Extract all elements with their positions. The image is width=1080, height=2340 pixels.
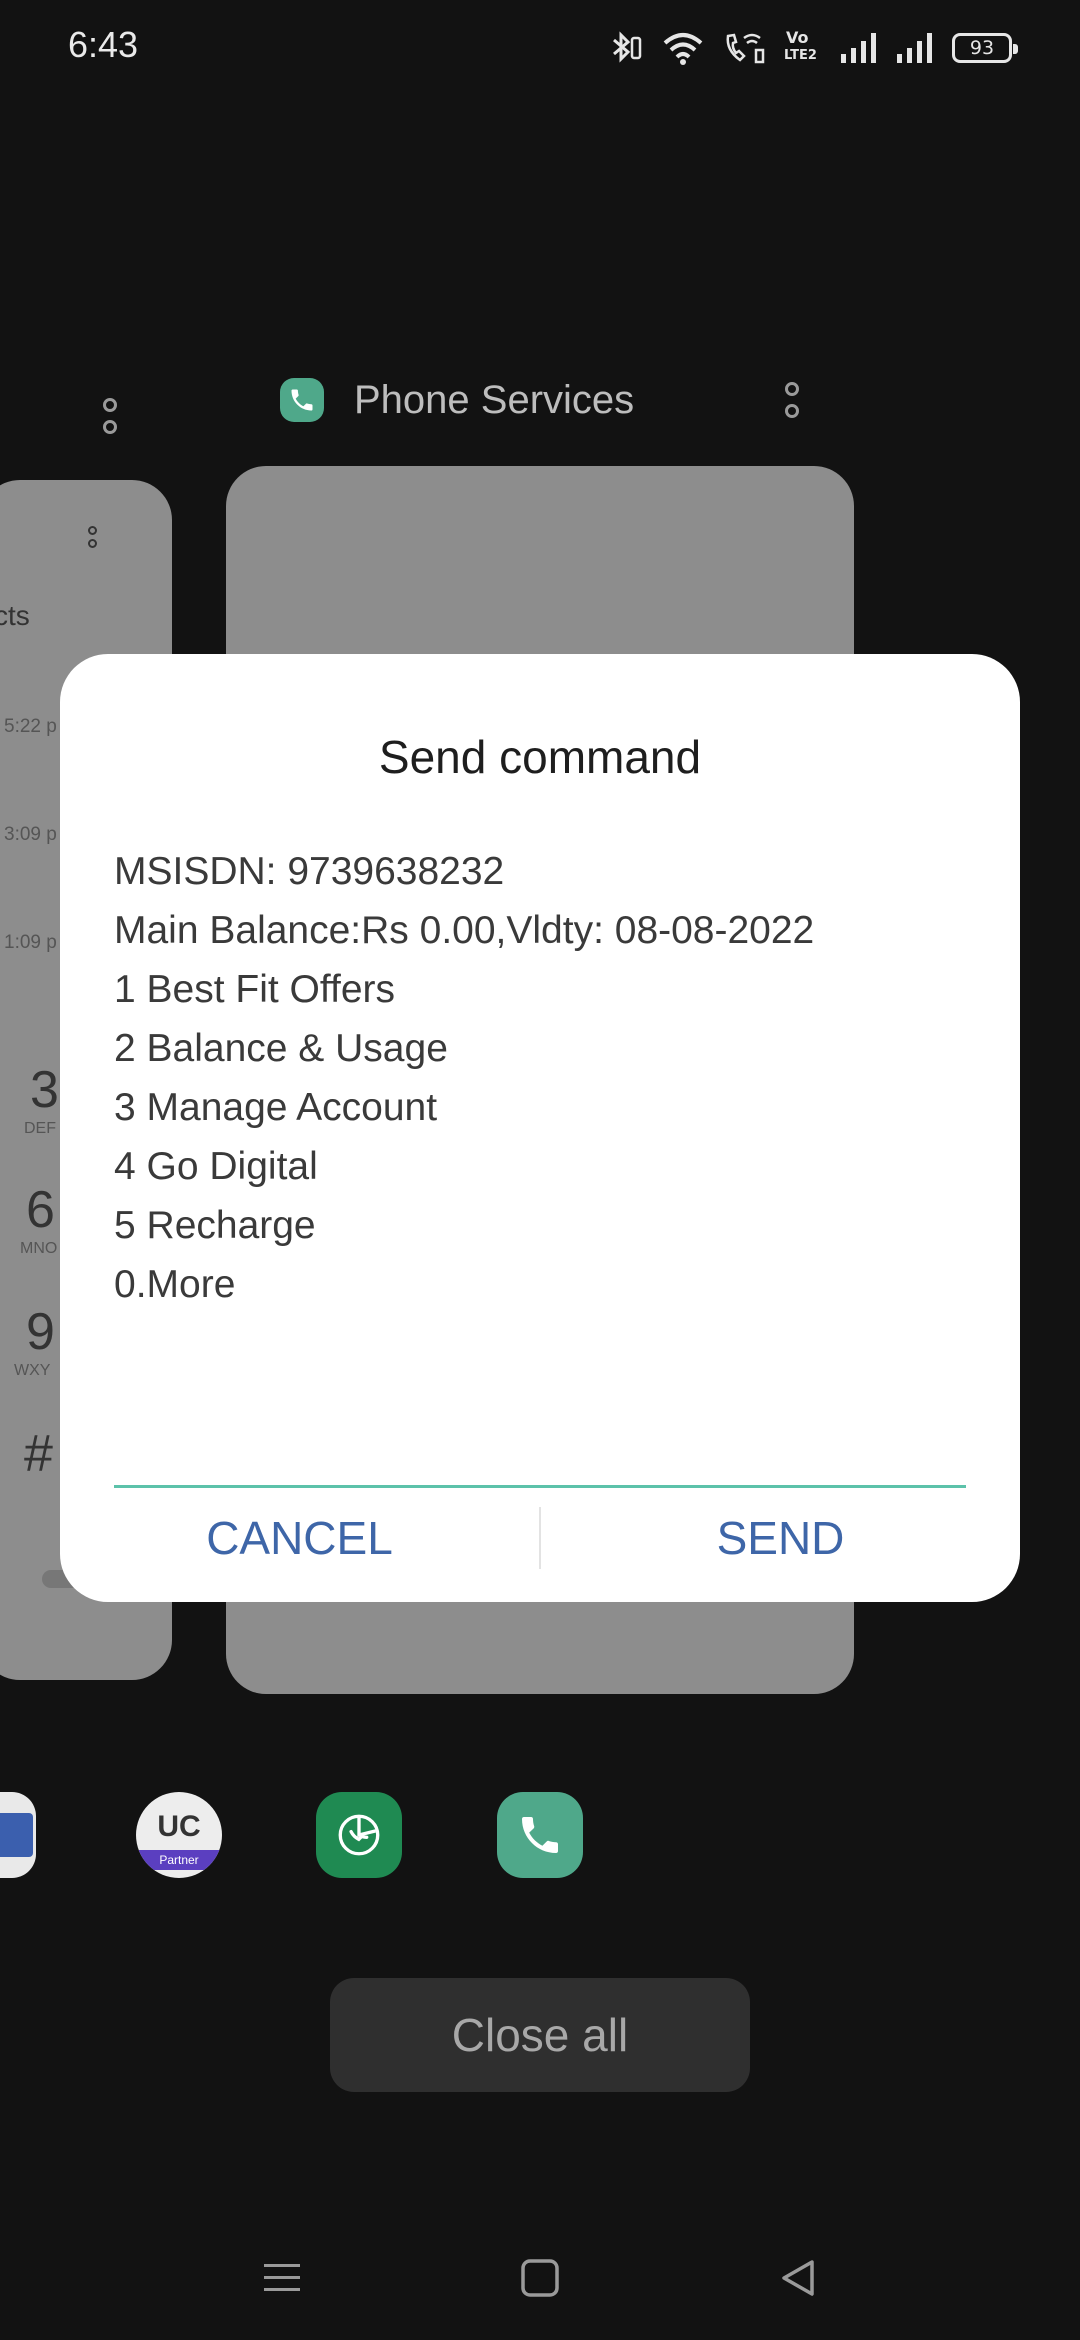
- back-triangle-icon: [782, 2260, 814, 2296]
- ussd-line: 5 Recharge: [114, 1204, 316, 1247]
- app-menu-icon[interactable]: [784, 382, 800, 418]
- recents-app-dock: UC Partner: [0, 1792, 1080, 1880]
- partial-app-icon[interactable]: [0, 1792, 36, 1878]
- menu-icon: [264, 2264, 300, 2291]
- home-square-icon: [521, 2259, 559, 2297]
- dial-key-digit: 6: [26, 1181, 55, 1239]
- battery-indicator: 93: [952, 33, 1018, 63]
- dial-key-letters: MNO: [20, 1240, 58, 1257]
- wifi-calling-icon: [726, 33, 765, 64]
- menu-button[interactable]: [252, 2248, 312, 2308]
- recent-app-header[interactable]: Phone Services: [280, 372, 634, 428]
- close-all-button[interactable]: Close all: [330, 1978, 750, 2092]
- signal-icon: [897, 33, 932, 63]
- bluetooth-icon: [613, 31, 642, 63]
- recent-app-title: Phone Services: [354, 377, 635, 422]
- phone-icon: [291, 389, 313, 411]
- cancel-button[interactable]: CANCEL: [60, 1474, 539, 1602]
- dial-key-letters: WXY: [14, 1362, 51, 1379]
- status-icons: Vo LTE2 93: [610, 26, 1018, 70]
- card-menu-icon[interactable]: [84, 526, 100, 548]
- phone-icon: [522, 1817, 558, 1853]
- volte-icon: Vo LTE2: [784, 28, 822, 68]
- wifi-icon: [663, 33, 703, 65]
- navigation-bar: [0, 2220, 1080, 2330]
- card-time: 1:09 p: [4, 932, 57, 953]
- send-command-dialog: Send command MSISDN: 9739638232 Main Bal…: [60, 654, 1020, 1602]
- call-stats-app-icon[interactable]: [316, 1792, 402, 1878]
- dialog-actions: CANCEL SEND: [60, 1474, 1020, 1602]
- card-time: 5:22 p: [4, 716, 57, 737]
- volte-label-bottom: LTE2: [784, 48, 817, 63]
- phone-chart-icon: [338, 1814, 380, 1856]
- signal-icon: [841, 33, 876, 63]
- home-button[interactable]: [510, 2248, 570, 2308]
- volte-label-top: Vo: [786, 28, 809, 47]
- card-time: 3:09 p: [4, 824, 57, 845]
- ussd-line: 3 Manage Account: [114, 1086, 438, 1129]
- uc-sub-label: Partner: [136, 1850, 222, 1870]
- phone-services-dock-icon[interactable]: [497, 1792, 583, 1878]
- dial-key-digit: 3: [30, 1061, 59, 1119]
- dialog-title: Send command: [378, 731, 702, 783]
- dial-key-digit: 9: [26, 1303, 55, 1361]
- ussd-message: MSISDN: 9739638232 Main Balance:Rs 0.00,…: [114, 842, 974, 1314]
- ussd-line: 2 Balance & Usage: [114, 1027, 448, 1070]
- ussd-line: MSISDN: 9739638232: [114, 850, 505, 893]
- card-partial-title: cts: [0, 600, 30, 631]
- ussd-line: 0.More: [114, 1263, 236, 1306]
- ussd-line: 1 Best Fit Offers: [114, 968, 396, 1011]
- send-button[interactable]: SEND: [541, 1474, 1020, 1602]
- back-button[interactable]: [768, 2248, 828, 2308]
- partial-app-glyph: [0, 1813, 33, 1857]
- left-card-menu-icon[interactable]: [102, 398, 118, 434]
- ussd-line: Main Balance:Rs 0.00,Vldty: 08-08-2022: [114, 909, 815, 952]
- status-bar: 6:43 Vo LTE2 93: [0, 0, 1080, 96]
- uc-label: UC: [157, 1810, 201, 1843]
- uc-partner-app-icon[interactable]: UC Partner: [136, 1792, 222, 1878]
- dial-key-digit: #: [24, 1425, 53, 1483]
- status-time: 6:43: [68, 24, 139, 65]
- phone-services-app-icon: [280, 378, 324, 422]
- dial-key-letters: DEF: [24, 1120, 56, 1137]
- ussd-line: 4 Go Digital: [114, 1145, 318, 1188]
